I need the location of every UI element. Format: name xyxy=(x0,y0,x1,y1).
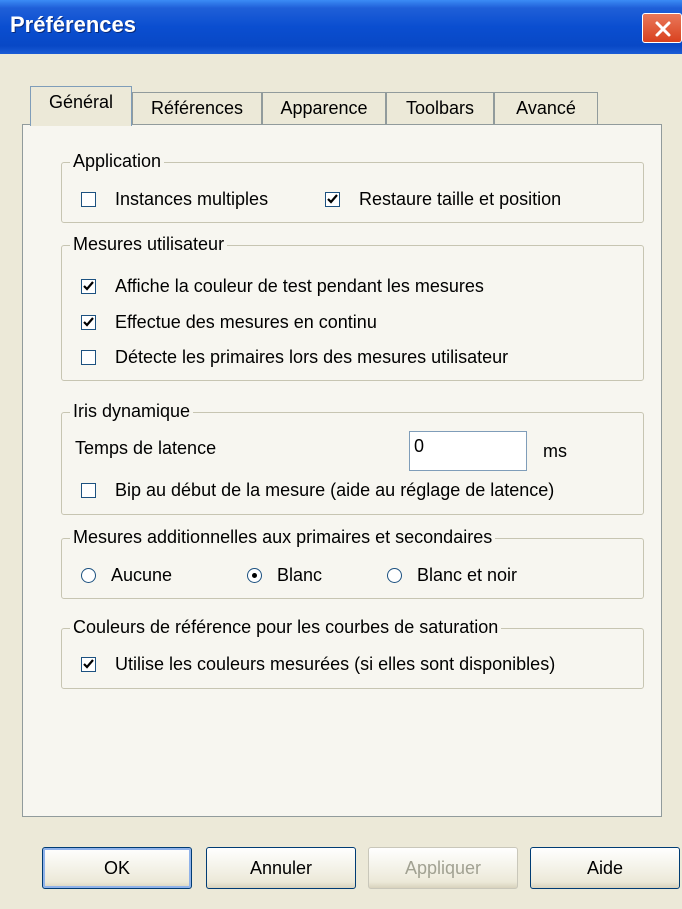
checkbox-box[interactable] xyxy=(81,350,96,365)
check-icon xyxy=(83,659,94,669)
group-application-title: Application xyxy=(70,151,165,172)
annuler-button[interactable]: Annuler xyxy=(206,847,356,889)
tab-general[interactable]: Général xyxy=(30,86,132,126)
group-mesures-utilisateur-title: Mesures utilisateur xyxy=(70,234,228,255)
radio-dot xyxy=(252,573,257,578)
checkbox-box[interactable] xyxy=(81,279,96,294)
tab-toolbars[interactable]: Toolbars xyxy=(386,92,494,124)
check-icon xyxy=(83,281,94,291)
check-icon xyxy=(327,194,338,204)
group-mesures-add-title: Mesures additionnelles aux primaires et … xyxy=(70,527,496,548)
radio-circle[interactable] xyxy=(247,568,262,583)
group-iris-title: Iris dynamique xyxy=(70,401,194,422)
checkbox-box[interactable] xyxy=(81,483,96,498)
radio-circle[interactable] xyxy=(81,568,96,583)
latency-unit: ms xyxy=(543,441,567,461)
tab-apparence[interactable]: Apparence xyxy=(262,92,386,124)
group-couleurs-ref-title: Couleurs de référence pour les courbes d… xyxy=(70,617,502,638)
latency-input[interactable] xyxy=(409,431,527,471)
radio-circle[interactable] xyxy=(387,568,402,583)
checkbox-box[interactable] xyxy=(325,192,340,207)
close-icon xyxy=(655,21,671,37)
ok-button[interactable]: OK xyxy=(42,847,192,889)
close-button[interactable] xyxy=(642,13,682,43)
window-title: Préférences xyxy=(10,12,136,37)
appliquer-button[interactable]: Appliquer xyxy=(368,847,518,889)
check-icon xyxy=(83,317,94,327)
checkbox-box[interactable] xyxy=(81,657,96,672)
checkbox-box[interactable] xyxy=(81,315,96,330)
tab-panel: Application Instances multiples Restaure… xyxy=(22,124,662,817)
aide-button[interactable]: Aide xyxy=(530,847,680,889)
checkbox-box[interactable] xyxy=(81,192,96,207)
latency-label: Temps de latence xyxy=(75,438,217,458)
tab-avance[interactable]: Avancé xyxy=(494,92,598,124)
title-bar: Préférences xyxy=(0,0,682,54)
tab-references[interactable]: Références xyxy=(132,92,262,124)
